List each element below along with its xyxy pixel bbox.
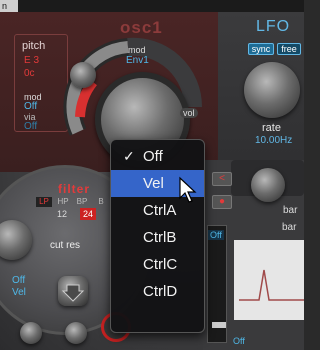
red-toggle-icon[interactable]: < — [212, 172, 232, 186]
filter-mod-source[interactable]: Off — [12, 275, 25, 286]
filter-type-hp[interactable]: HP — [55, 197, 71, 207]
filter-lower-knob-2[interactable] — [65, 322, 87, 344]
lfo-rate-knob[interactable] — [244, 62, 300, 118]
menu-item-label: CtrlB — [143, 229, 177, 246]
bar-label: bar — [283, 205, 298, 216]
corner-label: n — [0, 0, 18, 12]
menu-item-ctrlb[interactable]: CtrlB — [111, 224, 204, 251]
checkmark-icon: ✓ — [123, 148, 135, 164]
lfo-sync-button[interactable]: sync — [248, 43, 274, 55]
filter-mod-via[interactable]: Vel — [12, 287, 26, 298]
envelope-curve — [239, 269, 304, 301]
menu-item-label: CtrlC — [143, 256, 178, 273]
modulation-dropdown-menu: ✓ Off Vel CtrlA CtrlB CtrlC CtrlD — [110, 139, 205, 333]
lfo-rate-value[interactable]: 10.00Hz — [255, 135, 292, 146]
pitch-note[interactable]: E 3 — [24, 55, 39, 66]
pitch-offset[interactable]: 0c — [24, 68, 35, 79]
pitch-via-value[interactable]: Off — [24, 121, 37, 132]
res-label: res — [66, 240, 81, 251]
menu-item-ctrld[interactable]: CtrlD — [111, 278, 204, 305]
slider-off-value[interactable]: Off — [208, 230, 224, 240]
arc-mod-label: mod — [128, 45, 146, 55]
arc-env-label[interactable]: Env1 — [126, 55, 149, 66]
bar-label-2: bar — [282, 222, 297, 233]
filter-type-lp[interactable]: LP — [36, 197, 52, 207]
menu-item-ctrlc[interactable]: CtrlC — [111, 251, 204, 278]
menu-item-label: Off — [143, 148, 163, 165]
cut-res-labels: cut res — [50, 240, 80, 251]
menu-item-label: CtrlD — [143, 283, 178, 300]
cut-label: cut — [50, 240, 64, 251]
envelope-display — [234, 240, 304, 320]
filter-type-b[interactable]: B — [93, 197, 109, 207]
lfo-title: LFO — [256, 18, 291, 35]
menu-item-off[interactable]: ✓ Off — [111, 143, 204, 170]
pitch-label: pitch — [22, 40, 46, 52]
filter-title: filter — [58, 182, 91, 196]
record-icon[interactable]: ● — [212, 195, 232, 209]
arrow-down-icon[interactable] — [58, 276, 88, 306]
lfo-rate-label: rate — [262, 122, 281, 134]
slider-handle[interactable] — [212, 322, 226, 328]
menu-item-label: Vel — [143, 175, 164, 192]
mouse-pointer-icon — [179, 176, 197, 203]
filter-slope-12[interactable]: 12 — [54, 208, 70, 220]
menu-item-label: CtrlA — [143, 202, 177, 219]
filter-type-bp[interactable]: BP — [74, 197, 90, 207]
synth-editor: n osc1 pitch E 3 0c mod Off via Off mod … — [0, 0, 304, 350]
bottom-off-value[interactable]: Off — [233, 336, 245, 346]
filter-lower-knob-1[interactable] — [20, 322, 42, 344]
top-strip — [0, 0, 304, 12]
filter-slope-24[interactable]: 24 — [80, 208, 96, 220]
envelope-knob[interactable] — [251, 168, 285, 202]
pitch-mod-value[interactable]: Off — [24, 101, 37, 112]
osc-small-knob[interactable] — [70, 62, 96, 88]
vol-label: vol — [180, 108, 198, 118]
lfo-free-button[interactable]: free — [277, 43, 301, 55]
